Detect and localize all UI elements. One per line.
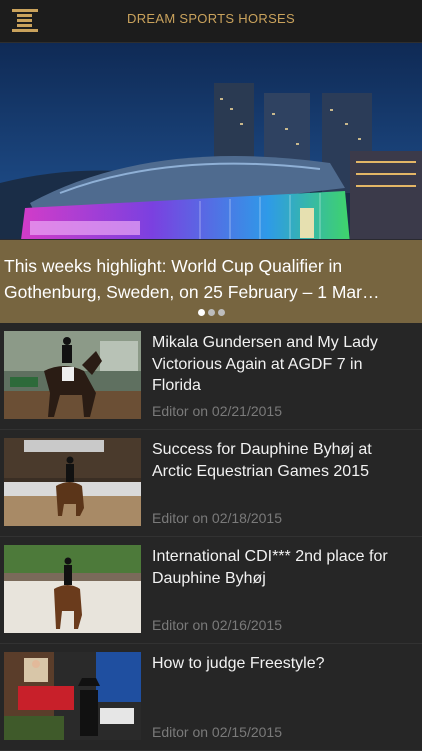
news-item[interactable]: Success for Dauphine Byhøj at Arctic Equ… — [0, 430, 422, 537]
carousel-indicator[interactable] — [0, 303, 422, 321]
news-thumbnail — [4, 545, 141, 633]
news-list: Mikala Gundersen and My Lady Victorious … — [0, 323, 422, 751]
news-meta: Editor on 02/18/2015 — [152, 510, 282, 526]
carousel-dot[interactable] — [207, 309, 215, 316]
hero-banner[interactable]: This weeks highlight: World Cup Qualifie… — [0, 43, 422, 323]
news-meta: Editor on 02/15/2015 — [152, 724, 282, 740]
carousel-dot[interactable] — [197, 309, 205, 316]
news-title: Success for Dauphine Byhøj at Arctic Equ… — [152, 441, 372, 480]
news-title: Mikala Gundersen and My Lady Victorious … — [152, 334, 378, 394]
news-thumbnail — [4, 438, 141, 526]
news-title: International CDI*** 2nd place for Dauph… — [152, 548, 388, 587]
news-item[interactable]: How to judge Freestyle? Editor on 02/15/… — [0, 644, 422, 751]
news-meta: Editor on 02/21/2015 — [152, 403, 282, 419]
news-item[interactable]: International CDI*** 2nd place for Dauph… — [0, 537, 422, 644]
news-item[interactable]: Mikala Gundersen and My Lady Victorious … — [0, 323, 422, 430]
app-title: DREAM SPORTS HORSES — [127, 11, 295, 26]
hero-title: This weeks highlight: World Cup Qualifie… — [4, 256, 380, 302]
top-bar: DREAM SPORTS HORSES — [0, 0, 422, 43]
news-title: How to judge Freestyle? — [152, 655, 325, 672]
hero-caption: This weeks highlight: World Cup Qualifie… — [0, 240, 422, 323]
news-thumbnail — [4, 331, 141, 419]
carousel-dot[interactable] — [217, 309, 225, 316]
news-thumbnail — [4, 652, 141, 740]
news-meta: Editor on 02/16/2015 — [152, 617, 282, 633]
